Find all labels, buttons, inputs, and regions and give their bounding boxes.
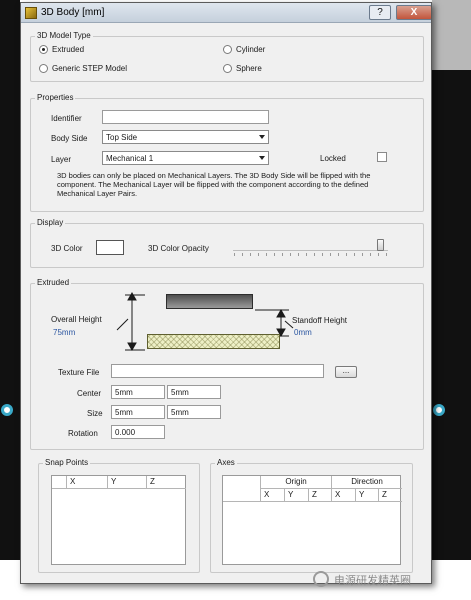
texture-file-input[interactable] xyxy=(111,364,324,378)
watermark-text: 电源研发精英圈 xyxy=(334,575,411,587)
axes-grid[interactable]: Origin Direction X Y Z X Y Z xyxy=(222,475,402,565)
size-x-input[interactable]: 5mm xyxy=(111,405,165,419)
snap-points-label: Snap Points xyxy=(43,458,91,467)
snap-points-col-x: X xyxy=(67,476,108,489)
axes-direction-x: X xyxy=(332,489,356,502)
center-y-input[interactable]: 5mm xyxy=(167,385,221,399)
overall-height-arrow-up xyxy=(127,291,137,301)
pcb-pad-right xyxy=(433,404,445,416)
snap-points-col-y: Y xyxy=(108,476,147,489)
axes-direction-z: Z xyxy=(379,489,402,502)
rotation-label: Rotation xyxy=(68,429,98,438)
component-body-shape xyxy=(166,294,253,309)
axes-direction-y: Y xyxy=(356,489,379,502)
snap-points-grid[interactable]: X Y Z xyxy=(51,475,186,565)
snap-points-row-header xyxy=(52,476,67,489)
snap-points-col-z: Z xyxy=(147,476,186,489)
overall-height-value[interactable]: 75mm xyxy=(53,328,75,337)
overall-height-label: Overall Height xyxy=(51,315,102,324)
pcb-board-shape xyxy=(147,334,280,349)
size-y-input[interactable]: 5mm xyxy=(167,405,221,419)
rotation-input[interactable]: 0.000 xyxy=(111,425,165,439)
wechat-icon xyxy=(313,571,329,587)
axes-row-header xyxy=(223,476,261,502)
standoff-height-label: Standoff Height xyxy=(292,316,348,325)
axes-origin-header: Origin xyxy=(261,476,332,489)
dialog-window: 3D Body [mm] ? X 3D Model Type Extruded … xyxy=(20,2,432,584)
texture-file-label: Texture File xyxy=(58,368,100,377)
standoff-height-value[interactable]: 0mm xyxy=(294,328,312,337)
axes-origin-z: Z xyxy=(309,489,332,502)
axes-direction-header: Direction xyxy=(332,476,402,489)
center-label: Center xyxy=(77,389,102,398)
standoff-height-arrow-up xyxy=(276,308,286,318)
background-pcb-left xyxy=(0,0,20,560)
pcb-pad-left xyxy=(1,404,13,416)
axes-label: Axes xyxy=(215,458,237,467)
browse-texture-button[interactable]: ... xyxy=(335,366,357,378)
axes-origin-x: X xyxy=(261,489,285,502)
center-x-input[interactable]: 5mm xyxy=(111,385,165,399)
background-pcb-right xyxy=(432,70,471,560)
overall-height-arrow-down xyxy=(127,342,137,352)
size-label: Size xyxy=(87,409,103,418)
background-grey-right xyxy=(432,0,471,70)
overall-height-leader xyxy=(116,318,129,331)
axes-origin-y: Y xyxy=(285,489,309,502)
